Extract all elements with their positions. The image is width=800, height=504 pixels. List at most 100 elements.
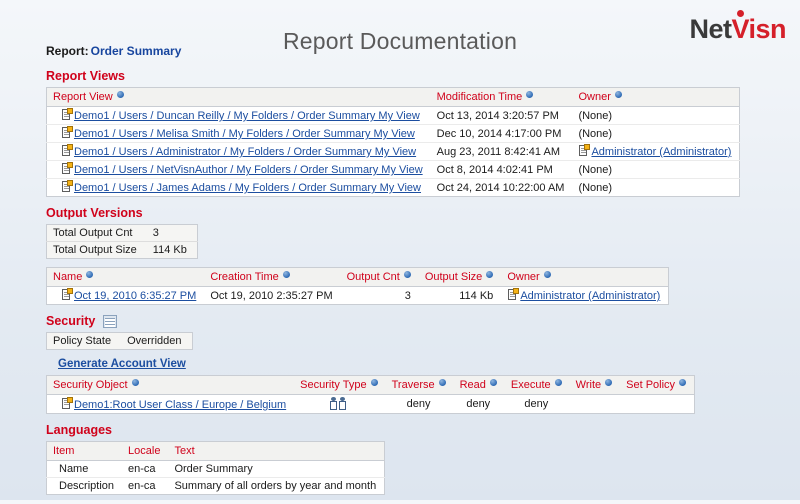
languages-table: Item Locale Text Nameen-caOrder SummaryD… (46, 441, 385, 495)
report-view-name: Demo1 / Users / Melisa Smith / My Folder… (47, 125, 431, 143)
column-header-item: Item (47, 442, 123, 461)
traverse-value: deny (386, 395, 454, 414)
shortcut-document-icon (61, 289, 72, 301)
sort-icon[interactable] (605, 379, 612, 386)
owner: (None) (572, 161, 739, 179)
output-cnt: 3 (341, 287, 419, 305)
sort-icon[interactable] (117, 91, 124, 98)
table-header-row: Security Object Security Type Traverse R… (47, 376, 695, 395)
shortcut-document-icon (61, 109, 72, 121)
report-view-name-link[interactable]: Demo1 / Users / Melisa Smith / My Folder… (74, 128, 415, 140)
column-header-execute[interactable]: Execute (505, 376, 570, 395)
output-size: 114 Kb (419, 287, 501, 305)
column-header-output-cnt[interactable]: Output Cnt (341, 268, 419, 287)
column-header-write[interactable]: Write (570, 376, 620, 395)
column-header-output-size[interactable]: Output Size (419, 268, 501, 287)
users-group-icon (330, 397, 347, 410)
sort-icon[interactable] (490, 379, 497, 386)
sort-icon[interactable] (132, 379, 139, 386)
column-header-set-policy[interactable]: Set Policy (620, 376, 694, 395)
column-header-owner[interactable]: Owner (501, 268, 668, 287)
report-view-name-link[interactable]: Demo1 / Users / Duncan Reilly / My Folde… (74, 110, 420, 122)
read-value: deny (454, 395, 505, 414)
table-header-row: Item Locale Text (47, 442, 385, 461)
owner: (None) (572, 179, 739, 197)
section-languages: Languages Item Locale Text Nameen-caOrde… (46, 423, 746, 495)
sort-icon[interactable] (283, 271, 290, 278)
output-name: Oct 19, 2010 6:35:27 PM (47, 287, 205, 305)
section-heading-security: Security (46, 314, 746, 328)
report-views-body: Demo1 / Users / Duncan Reilly / My Folde… (47, 107, 740, 197)
generate-account-view-wrap: Generate Account View (58, 358, 746, 370)
output-name-link[interactable]: Oct 19, 2010 6:35:27 PM (74, 290, 196, 302)
report-view-name-link[interactable]: Demo1 / Users / James Adams / My Folders… (74, 182, 421, 194)
owner: Administrator (Administrator) (501, 287, 668, 305)
security-object: Demo1:Root User Class / Europe / Belgium (47, 395, 295, 414)
policy-state-table: Policy State Overridden (46, 332, 193, 350)
output-summary-table: Total Output Cnt3Total Output Size114 Kb (46, 224, 198, 259)
table-row: Nameen-caOrder Summary (47, 461, 385, 478)
section-report-views: Report Views Report View Modification Ti… (46, 69, 746, 197)
shortcut-document-icon (61, 398, 72, 410)
languages-body: Nameen-caOrder SummaryDescriptionen-caSu… (47, 461, 385, 495)
column-header-name[interactable]: Name (47, 268, 205, 287)
modification-time: Oct 24, 2014 10:22:00 AM (431, 179, 573, 197)
sort-icon[interactable] (86, 271, 93, 278)
summary-value: 3 (147, 225, 198, 242)
sort-icon[interactable] (486, 271, 493, 278)
modification-time: Oct 13, 2014 3:20:57 PM (431, 107, 573, 125)
table-row: Policy State Overridden (47, 333, 193, 350)
security-heading-text: Security (46, 314, 95, 328)
table-row: Demo1 / Users / Administrator / My Folde… (47, 143, 740, 161)
sort-icon[interactable] (371, 379, 378, 386)
creation-time: Oct 19, 2010 2:35:27 PM (204, 287, 340, 305)
language-text: Summary of all orders by year and month (168, 478, 384, 495)
column-header-owner[interactable]: Owner (572, 88, 739, 107)
column-header-creation-time[interactable]: Creation Time (204, 268, 340, 287)
policy-state-value: Overridden (121, 333, 192, 350)
modification-time: Dec 10, 2014 4:17:00 PM (431, 125, 573, 143)
policy-state-label: Policy State (47, 333, 122, 350)
security-table: Security Object Security Type Traverse R… (46, 375, 695, 414)
sort-icon[interactable] (544, 271, 551, 278)
table-row: Demo1 / Users / James Adams / My Folders… (47, 179, 740, 197)
column-header-modification-time[interactable]: Modification Time (431, 88, 573, 107)
report-name: Order Summary (91, 44, 182, 58)
output-versions-body: Oct 19, 2010 6:35:27 PM Oct 19, 2010 2:35… (47, 287, 669, 305)
sort-icon[interactable] (439, 379, 446, 386)
shortcut-document-icon (61, 181, 72, 193)
column-header-report-view[interactable]: Report View (47, 88, 431, 107)
shortcut-document-icon (61, 127, 72, 139)
owner-link[interactable]: Administrator (Administrator) (591, 146, 731, 158)
sort-icon[interactable] (615, 91, 622, 98)
shortcut-document-icon (578, 145, 589, 157)
sort-icon[interactable] (526, 91, 533, 98)
column-header-locale: Locale (122, 442, 168, 461)
column-header-read[interactable]: Read (454, 376, 505, 395)
table-icon[interactable] (103, 315, 117, 328)
owner: (None) (572, 107, 739, 125)
report-view-name-link[interactable]: Demo1 / Users / NetVisnAuthor / My Folde… (74, 164, 423, 176)
column-header-traverse[interactable]: Traverse (386, 376, 454, 395)
table-row: Demo1 / Users / Melisa Smith / My Folder… (47, 125, 740, 143)
report-view-name-link[interactable]: Demo1 / Users / Administrator / My Folde… (74, 146, 416, 158)
security-type-cell (294, 395, 385, 414)
sort-icon[interactable] (404, 271, 411, 278)
report-views-table: Report View Modification Time Owner Demo… (46, 87, 740, 197)
security-object-link[interactable]: Demo1:Root User Class / Europe / Belgium (74, 399, 286, 411)
section-security: Security Policy State Overridden Generat… (46, 314, 746, 414)
shortcut-document-icon (61, 163, 72, 175)
owner-link[interactable]: Administrator (Administrator) (520, 290, 660, 302)
sort-icon[interactable] (555, 379, 562, 386)
table-row: Demo1:Root User Class / Europe / Belgium… (47, 395, 695, 414)
column-header-security-type[interactable]: Security Type (294, 376, 385, 395)
language-text: Order Summary (168, 461, 384, 478)
sort-icon[interactable] (679, 379, 686, 386)
modification-time: Aug 23, 2011 8:42:41 AM (431, 143, 573, 161)
generate-account-view-link[interactable]: Generate Account View (58, 358, 186, 370)
table-row: Oct 19, 2010 6:35:27 PM Oct 19, 2010 2:35… (47, 287, 669, 305)
breadcrumb: Report:Order Summary (46, 44, 746, 58)
table-header-row: Report View Modification Time Owner (47, 88, 740, 107)
section-heading-output-versions: Output Versions (46, 206, 746, 220)
column-header-security-object[interactable]: Security Object (47, 376, 295, 395)
